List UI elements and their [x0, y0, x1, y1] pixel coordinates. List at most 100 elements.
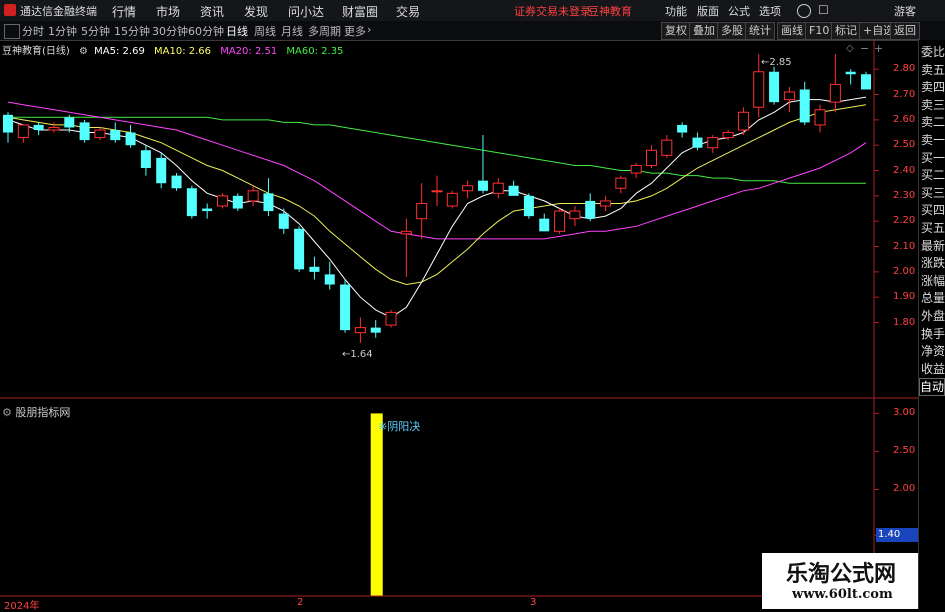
side-panel-item[interactable]: 自动 [919, 378, 945, 397]
menu-options[interactable]: 选项 [759, 3, 781, 19]
candle-body[interactable] [845, 71, 856, 75]
candle-body[interactable] [615, 177, 627, 189]
tab-15min[interactable]: 15分钟 [114, 23, 150, 39]
candle-body[interactable] [523, 195, 534, 217]
side-panel-item[interactable]: 卖五 [921, 62, 945, 78]
kline-chart[interactable] [0, 40, 918, 609]
candle-body[interactable] [217, 195, 228, 207]
side-panel-item[interactable]: 卖三 [921, 97, 945, 113]
candle-body[interactable] [431, 190, 443, 193]
candle-body[interactable] [661, 139, 673, 156]
menu-formula[interactable]: 公式 [728, 3, 750, 19]
mark-button[interactable]: 标记 [831, 22, 861, 40]
guest-label[interactable]: 游客 [894, 3, 916, 19]
side-panel-item[interactable]: 买一 [921, 150, 945, 166]
restore-rights-button[interactable]: 复权 [661, 22, 691, 40]
candle-body[interactable] [3, 114, 13, 133]
candle-body[interactable] [309, 266, 320, 272]
candle-body[interactable] [753, 71, 765, 108]
candle-body[interactable] [600, 200, 612, 207]
candle-body[interactable] [324, 274, 335, 285]
candle-body[interactable] [783, 91, 795, 101]
user-icon[interactable] [797, 4, 811, 18]
candle-body[interactable] [737, 111, 749, 131]
menu-wealth[interactable]: 财富圈 [342, 3, 378, 20]
settings-icon[interactable]: ⚙ [2, 406, 12, 419]
candle-body[interactable] [202, 208, 213, 212]
candle-body[interactable] [707, 137, 719, 149]
bell-icon[interactable]: ☐ [818, 3, 829, 17]
tab-monthly[interactable]: 月线 [281, 23, 303, 39]
chevron-right-icon[interactable]: › [367, 23, 371, 36]
candle-body[interactable] [125, 132, 136, 146]
menu-news[interactable]: 资讯 [200, 3, 224, 20]
f10-button[interactable]: F10 [805, 22, 834, 40]
candle-body[interactable] [33, 124, 44, 130]
tab-5min[interactable]: 5分钟 [81, 23, 110, 39]
overlay-button[interactable]: 叠加 [689, 22, 719, 40]
side-panel-item[interactable]: 收益 [921, 361, 945, 377]
menu-quotes[interactable]: 行情 [112, 3, 136, 20]
multi-stock-button[interactable]: 多股 [717, 22, 747, 40]
candle-body[interactable] [799, 89, 810, 123]
candle-body[interactable] [492, 182, 504, 194]
candle-body[interactable] [477, 180, 488, 191]
candle-body[interactable] [17, 124, 29, 139]
menu-trade[interactable]: 交易 [396, 3, 420, 20]
candle-body[interactable] [385, 311, 397, 326]
candle-body[interactable] [156, 157, 167, 184]
candle-body[interactable] [278, 213, 289, 229]
candle-body[interactable] [294, 228, 305, 270]
candle-body[interactable] [814, 109, 826, 126]
side-panel-item[interactable]: 卖一 [921, 132, 945, 148]
side-panel-item[interactable]: 卖四 [921, 79, 945, 95]
trade-login-notice[interactable]: 证券交易未登录 [514, 3, 591, 19]
side-panel-item[interactable]: 买三 [921, 185, 945, 201]
candle-body[interactable] [829, 83, 841, 103]
side-panel-item[interactable]: 净资 [921, 343, 945, 359]
tab-more[interactable]: 更多 [344, 23, 366, 39]
candle-body[interactable] [79, 122, 90, 141]
side-panel-item[interactable]: 涨幅 [921, 273, 945, 289]
side-panel-item[interactable]: 买二 [921, 167, 945, 183]
candle-body[interactable] [630, 164, 642, 174]
side-panel-item[interactable]: 外盘 [921, 308, 945, 324]
candle-body[interactable] [340, 284, 351, 331]
side-panel-item[interactable]: 卖二 [921, 114, 945, 130]
candle-body[interactable] [140, 150, 151, 168]
candle-body[interactable] [64, 117, 75, 128]
candle-body[interactable] [692, 137, 703, 148]
tab-daily[interactable]: 日线 [226, 23, 248, 39]
side-panel-item[interactable]: 委比 [921, 44, 945, 60]
candle-body[interactable] [677, 124, 688, 133]
candle-body[interactable] [400, 230, 412, 235]
candle-body[interactable] [446, 192, 458, 207]
side-panel-item[interactable]: 买五 [921, 220, 945, 236]
candle-body[interactable] [48, 126, 60, 131]
candle-body[interactable] [247, 190, 259, 202]
candle-body[interactable] [232, 195, 243, 209]
statistics-button[interactable]: 统计 [745, 22, 775, 40]
candle-body[interactable] [94, 129, 106, 139]
side-panel-item[interactable]: 总量 [921, 290, 945, 306]
side-panel-item[interactable]: 换手 [921, 326, 945, 342]
tab-intraday[interactable]: 分时 [22, 23, 44, 39]
candle-body[interactable] [263, 193, 274, 212]
tab-1min[interactable]: 1分钟 [48, 23, 77, 39]
side-panel-item[interactable]: 买四 [921, 202, 945, 218]
candle-body[interactable] [354, 327, 366, 334]
candle-body[interactable] [646, 149, 657, 166]
candle-body[interactable] [186, 188, 197, 217]
menu-ask[interactable]: 问小达 [288, 3, 324, 20]
candle-body[interactable] [508, 185, 519, 196]
menu-function[interactable]: 功能 [665, 3, 687, 19]
candle-body[interactable] [569, 210, 581, 220]
candle-body[interactable] [722, 132, 734, 139]
candle-body[interactable] [462, 185, 474, 192]
candle-body[interactable] [861, 74, 871, 90]
menu-layout[interactable]: 版面 [697, 3, 719, 19]
draw-line-button[interactable]: 画线 [777, 22, 807, 40]
tab-weekly[interactable]: 周线 [254, 23, 276, 39]
menu-discover[interactable]: 发现 [244, 3, 268, 20]
candle-body[interactable] [539, 218, 550, 232]
